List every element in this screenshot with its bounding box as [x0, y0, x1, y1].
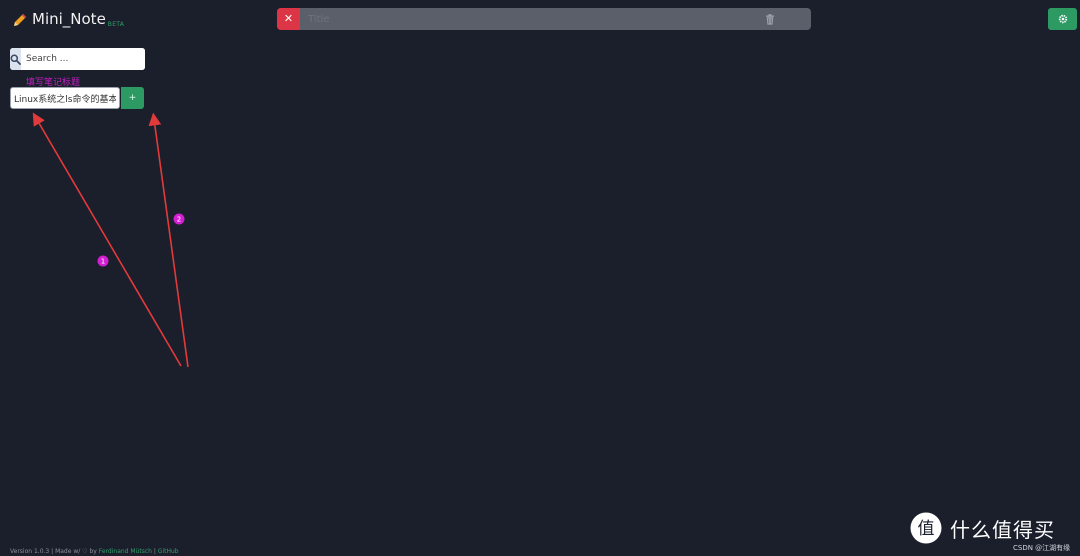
trash-icon — [766, 13, 774, 25]
annotation-marker-1: 1 — [97, 255, 109, 267]
footer-version: Version 1.0.3 | Made w/ ♡ by — [10, 548, 99, 555]
search-input[interactable] — [21, 48, 145, 70]
add-note-button[interactable]: + — [121, 87, 144, 109]
search-addon[interactable] — [10, 48, 21, 70]
footer: Version 1.0.3 | Made w/ ♡ by Ferdinand M… — [10, 548, 179, 555]
footer-author-link[interactable]: Ferdinand Mütsch — [99, 548, 152, 555]
brand-name: Mini_Note — [32, 10, 106, 28]
svg-text:1: 1 — [101, 258, 105, 266]
footer-github-link[interactable]: GitHub — [158, 548, 179, 555]
watermark-logo-glyph: 值 — [918, 519, 935, 539]
search-icon — [10, 54, 21, 65]
watermark-text: 什么值得买 — [950, 517, 1055, 542]
note-title-input[interactable] — [300, 8, 755, 30]
app-page: Mini_Note BETA ✕ Title Search ... 填写笔记标题… — [0, 0, 1080, 556]
annotation-marker-2: 2 — [173, 213, 185, 225]
smzdm-logo-icon: 值 — [910, 512, 942, 544]
close-note-button[interactable]: ✕ — [277, 8, 300, 30]
watermark-subtext: CSDN @江湖有缘 — [1013, 544, 1071, 552]
gear-icon — [1058, 14, 1067, 24]
pencil-icon — [14, 14, 26, 26]
delete-note-button[interactable] — [755, 8, 785, 30]
brand: Mini_Note BETA — [12, 9, 124, 29]
svg-text:2: 2 — [177, 216, 181, 224]
annotation-arrow-1 — [32, 112, 182, 367]
beta-badge: BETA — [107, 21, 125, 28]
watermark: 值 什么值得买 — [910, 512, 1055, 544]
new-note-title-input[interactable] — [10, 87, 120, 109]
note-title-bar: ✕ — [277, 8, 811, 30]
annotation-arrow-2 — [148, 112, 189, 368]
search-group — [10, 48, 145, 70]
settings-button[interactable] — [1048, 8, 1077, 30]
annotation-overlay: 1 2 — [32, 112, 189, 368]
